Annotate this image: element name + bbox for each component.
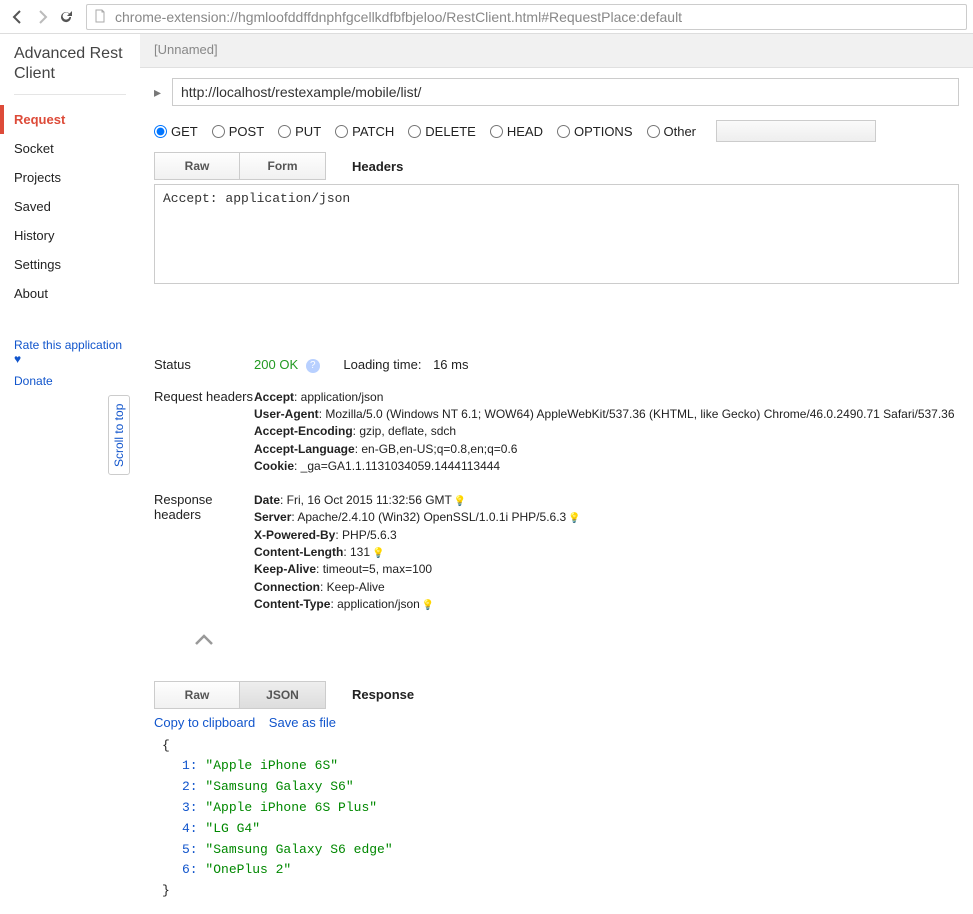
document-tab[interactable]: [Unnamed] [140,34,973,68]
sidebar-item-projects[interactable]: Projects [14,163,126,192]
method-other[interactable]: Other [647,124,697,139]
sidebar-item-settings[interactable]: Settings [14,250,126,279]
method-delete[interactable]: DELETE [408,124,476,139]
response-headers-label: Response headers [154,492,254,614]
method-put[interactable]: PUT [278,124,321,139]
donate-link[interactable]: Donate [14,370,126,392]
rate-link[interactable]: Rate this application ♥ [14,334,126,370]
expand-url-icon[interactable]: ▸ [154,84,164,101]
app-title: Advanced Rest Client [14,44,126,84]
collapse-chevron-icon[interactable] [154,630,254,651]
response-tab-json[interactable]: JSON [240,681,326,709]
response-body: {1: "Apple iPhone 6S"2: "Samsung Galaxy … [154,734,959,904]
method-patch[interactable]: PATCH [335,124,394,139]
status-label: Status [154,357,254,373]
method-options[interactable]: OPTIONS [557,124,633,139]
help-icon[interactable]: ? [306,359,320,373]
url-input[interactable] [115,9,960,25]
request-headers-list: Accept: application/jsonUser-Agent: Mozi… [254,389,959,476]
request-url-input[interactable] [172,78,959,106]
sidebar-item-request[interactable]: Request [0,105,126,134]
sidebar-item-saved[interactable]: Saved [14,192,126,221]
method-head[interactable]: HEAD [490,124,543,139]
browser-toolbar [0,0,973,34]
back-icon[interactable] [6,5,30,29]
response-label: Response [352,687,414,702]
response-headers-list: Date: Fri, 16 Oct 2015 11:32:56 GMT💡Serv… [254,492,959,614]
scroll-to-top-button[interactable]: Scroll to top [108,395,130,475]
method-post[interactable]: POST [212,124,264,139]
method-get[interactable]: GET [154,124,198,139]
method-row: GET POST PUT PATCH DELETE HEAD OPTIONS O… [154,120,959,142]
status-value: 200 OK ? Loading time: 16 ms [254,357,959,373]
sidebar-item-about[interactable]: About [14,279,126,308]
sidebar-item-history[interactable]: History [14,221,126,250]
save-as-file-link[interactable]: Save as file [269,715,336,730]
sidebar-item-socket[interactable]: Socket [14,134,126,163]
headers-tab-raw[interactable]: Raw [154,152,240,180]
headers-tab-form[interactable]: Form [240,152,326,180]
method-other-input[interactable] [716,120,876,142]
headers-textarea[interactable]: Accept: application/json [154,184,959,284]
page-icon [93,9,109,25]
main-panel: [Unnamed] ▸ GET POST PUT PATCH DELETE HE… [140,34,973,914]
request-headers-label: Request headers [154,389,254,476]
copy-to-clipboard-link[interactable]: Copy to clipboard [154,715,255,730]
response-tab-raw[interactable]: Raw [154,681,240,709]
address-bar[interactable] [86,4,967,30]
headers-label: Headers [352,159,403,174]
reload-icon[interactable] [54,5,78,29]
forward-icon[interactable] [30,5,54,29]
